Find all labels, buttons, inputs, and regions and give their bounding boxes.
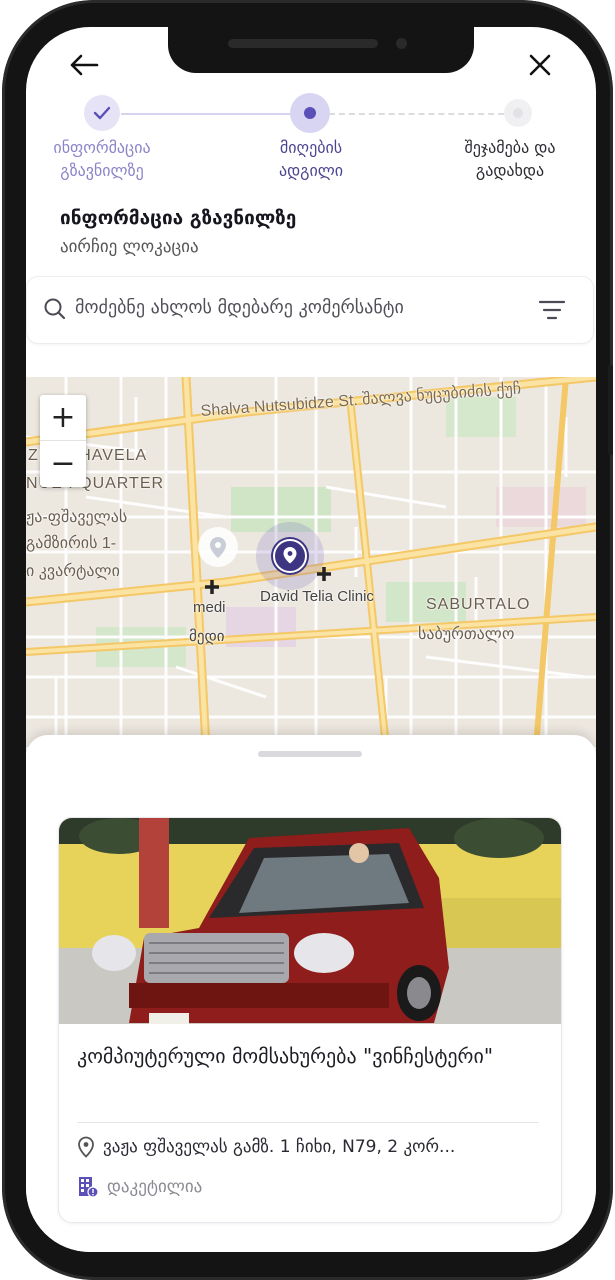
merchant-photo xyxy=(59,818,561,1024)
selected-map-pin[interactable] xyxy=(256,522,324,590)
search-input[interactable]: მოძებნე ახლოს მდებარე კომერსანტი xyxy=(75,297,404,318)
active-step-dot xyxy=(304,107,316,119)
search-icon xyxy=(44,298,66,320)
step-2-label: მიღების ადგილი xyxy=(278,138,344,180)
step-3-label: შეჯამება და გადახდა xyxy=(464,138,556,180)
district-label-ka-1: ჟა-ფშაველას xyxy=(26,509,128,526)
zoom-controls: + − xyxy=(40,395,86,487)
merchant-address: ვაჟა ფშაველას გამზ. 1 ჩიხი, N79, 2 კორ..… xyxy=(103,1137,456,1157)
medi-label-en: medi xyxy=(193,599,226,616)
zoom-out-button[interactable]: − xyxy=(40,441,86,486)
stepper-line-completed xyxy=(121,113,306,115)
sheet-drag-handle[interactable] xyxy=(258,751,362,757)
map-view[interactable]: Shalva Nutsubidze St. შალვა ნუცუბიძის ქუ… xyxy=(26,377,596,747)
notch xyxy=(168,27,474,73)
filter-icon[interactable] xyxy=(539,300,565,320)
stepper-line-pending xyxy=(329,113,514,115)
merchant-title: კომპიუტერული მომსახურება "ვინჩესტერი" xyxy=(77,1044,494,1068)
pending-step-dot xyxy=(513,108,523,118)
saburtalo-label-en: SABURTALO xyxy=(426,596,531,613)
saburtalo-label-ka: საბურთალო xyxy=(418,626,515,643)
screen: ინფორმაცია გზავნილზე მიღების ადგილი შეჯა… xyxy=(26,27,596,1252)
merchant-status-row: დაკეტილია xyxy=(77,1176,202,1198)
side-button xyxy=(608,365,613,455)
close-icon xyxy=(529,54,551,76)
step-2-indicator[interactable] xyxy=(290,93,330,133)
arrow-left-icon xyxy=(70,54,99,76)
bottom-sheet: კომპიუტერული მომსახურება "ვინჩესტერი" ვა… xyxy=(26,735,596,1252)
medi-label-ka: მედი xyxy=(189,628,225,645)
merchant-address-row: ვაჟა ფშაველას გამზ. 1 ჩიხი, N79, 2 კორ..… xyxy=(77,1136,455,1158)
speaker xyxy=(228,39,378,48)
card-divider xyxy=(77,1122,539,1123)
back-button[interactable] xyxy=(64,45,104,85)
district-label-ka-3: ი კვარტალი xyxy=(26,563,120,580)
zoom-in-button[interactable]: + xyxy=(40,395,86,441)
checkmark-icon xyxy=(93,106,111,120)
phone-frame: ინფორმაცია გზავნილზე მიღების ადგილი შეჯა… xyxy=(2,0,613,1280)
building-icon xyxy=(79,1177,99,1198)
section-title: ინფორმაცია გზავნილზე xyxy=(60,207,297,229)
inactive-map-pin[interactable] xyxy=(198,527,238,567)
close-button[interactable] xyxy=(520,45,560,85)
section-subtitle: აირჩიე ლოკაცია xyxy=(60,237,199,257)
step-3-indicator xyxy=(504,99,532,127)
step-1-label: ინფორმაცია გზავნილზე xyxy=(53,138,151,180)
merchant-search-bar[interactable]: მოძებნე ახლოს მდებარე კომერსანტი xyxy=(26,276,594,344)
clinic-label: David Telia Clinic xyxy=(260,588,374,605)
district-label-ka-2: გამზირის 1- xyxy=(26,535,117,552)
merchant-card[interactable]: კომპიუტერული მომსახურება "ვინჩესტერი" ვა… xyxy=(58,817,562,1223)
progress-stepper: ინფორმაცია გზავნილზე მიღების ადგილი შეჯა… xyxy=(26,92,596,192)
location-pin-icon xyxy=(78,1136,94,1158)
step-1-indicator[interactable] xyxy=(84,95,120,131)
camera xyxy=(396,38,407,49)
merchant-status: დაკეტილია xyxy=(107,1177,203,1197)
